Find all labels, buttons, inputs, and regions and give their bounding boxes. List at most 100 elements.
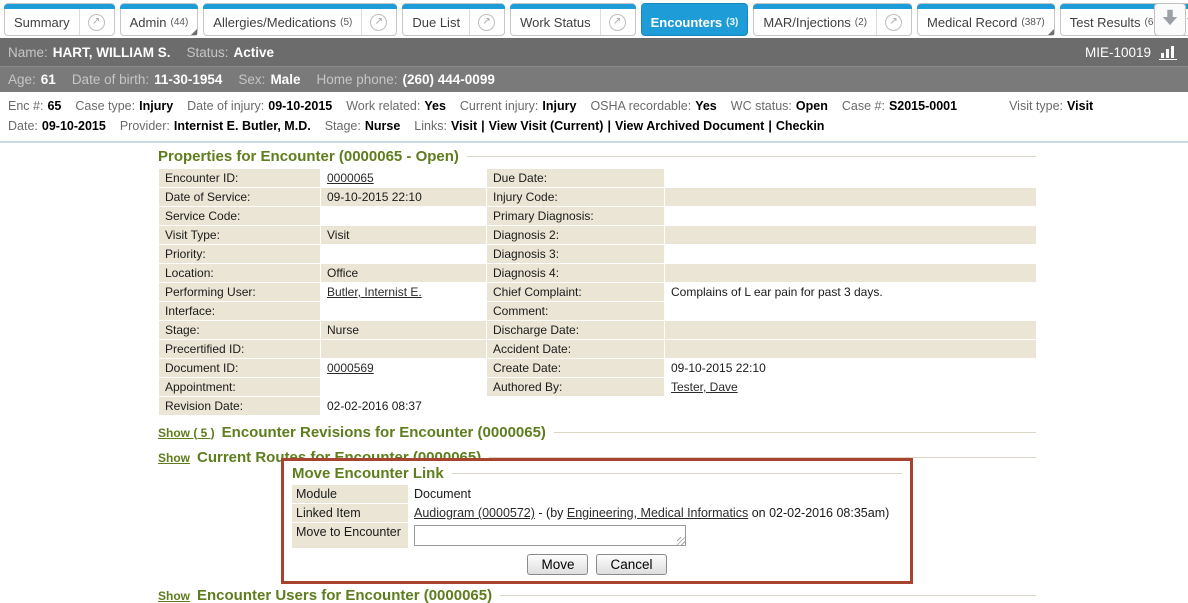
popout-icon[interactable]: ↗ [609, 14, 626, 31]
tab-label: MAR/Injections [763, 15, 850, 30]
field-label: Date of injury: [187, 99, 264, 113]
tab-work-status[interactable]: Work Status↗ [510, 3, 636, 36]
dropdown-corner-icon [1048, 29, 1054, 35]
down-arrow-icon [1161, 8, 1179, 31]
module-value: Document [410, 485, 902, 503]
links-label: Links: [414, 119, 447, 133]
show-users-link[interactable]: Show [158, 589, 190, 603]
popout-icon[interactable]: ↗ [478, 14, 495, 31]
tab-encounters[interactable]: Encounters(3) [641, 3, 749, 36]
users-title: Encounter Users for Encounter (0000065) [197, 587, 492, 603]
popout-icon[interactable]: ↗ [88, 14, 105, 31]
tab-label: Medical Record [927, 15, 1017, 30]
field-label: Age: [8, 72, 36, 87]
row-value [665, 226, 1037, 245]
divider [79, 9, 80, 35]
field-value: S2015-0001 [889, 99, 957, 113]
tab-medical-record[interactable]: Medical Record(387) [917, 3, 1055, 36]
row-label: Performing User: [159, 283, 321, 302]
demographic-field: Sex: Male [238, 72, 300, 87]
field-label: Work related: [346, 99, 420, 113]
row-label: Primary Diagnosis: [487, 207, 665, 226]
move-to-encounter-input[interactable] [415, 526, 685, 545]
page-title: Properties for Encounter (0000065 - Open… [158, 148, 459, 165]
field-value: 65 [47, 99, 61, 113]
demographic-field: Age:61 [8, 72, 56, 87]
dropdown-corner-icon [191, 29, 197, 35]
linked-author-link[interactable]: Engineering, Medical Informatics [567, 506, 748, 520]
move-button[interactable]: Move [527, 554, 588, 575]
row-value [665, 245, 1037, 264]
encounter-info-bar: Enc #:65Case type:InjuryDate of injury:0… [0, 92, 1188, 143]
popout-icon[interactable]: ↗ [370, 14, 387, 31]
encounter-info-line2: Date:09-10-2015 Provider:Internist E. But… [8, 116, 1188, 136]
tab-due-list[interactable]: Due List↗ [402, 3, 505, 36]
value-link[interactable]: 0000065 [327, 171, 374, 185]
row-value: 09-10-2015 22:10 [665, 359, 1037, 378]
value-link[interactable]: 0000569 [327, 361, 374, 375]
popout-icon[interactable]: ↗ [885, 14, 902, 31]
encounter-field: Date of injury:09-10-2015 [187, 99, 332, 113]
field-value: Yes [424, 99, 446, 113]
row-value [665, 188, 1037, 207]
status-value: Active [234, 45, 275, 60]
table-row: Date of Service:09-10-2015 22:10Injury C… [159, 188, 1037, 207]
tab-allergies-medications[interactable]: Allergies/Medications(5)↗ [203, 3, 397, 36]
row-value [665, 207, 1037, 226]
row-label: Chief Complaint: [487, 283, 665, 302]
patient-name: Name: HART, WILLIAM S. [8, 45, 171, 60]
tab-summary[interactable]: Summary↗ [4, 3, 115, 36]
field-value: Yes [695, 99, 717, 113]
tab-count-badge: (44) [170, 17, 188, 28]
field-label: Visit type: [1009, 99, 1063, 113]
field-value: Injury [542, 99, 576, 113]
resize-grip[interactable] [677, 537, 685, 545]
divider [452, 473, 902, 474]
show-revisions-link[interactable]: Show ( 5 ) [158, 426, 215, 440]
row-value [321, 378, 487, 397]
tab-count-badge: (3) [726, 17, 738, 28]
field-value: Internist E. Butler, M.D. [174, 119, 311, 133]
table-row: Priority: Diagnosis 3: [159, 245, 1037, 264]
row-value [321, 340, 487, 359]
divider [600, 9, 601, 35]
linked-document-link[interactable]: Audiogram (0000572) [414, 506, 535, 520]
show-routes-link[interactable]: Show [158, 451, 190, 465]
row-label: Revision Date: [159, 397, 321, 416]
field-label: OSHA recordable: [590, 99, 691, 113]
row-value: Tester, Dave [665, 378, 1037, 397]
encounter-link-visit[interactable]: Visit [451, 119, 477, 133]
field-label: Sex: [238, 72, 265, 87]
row-value [665, 340, 1037, 359]
encounter-field: Date:09-10-2015 [8, 119, 106, 133]
encounter-link-view-archived-document[interactable]: View Archived Document [615, 119, 764, 133]
field-value: Open [796, 99, 828, 113]
field-value: Male [270, 72, 300, 87]
tab-mar-injections[interactable]: MAR/Injections(2)↗ [753, 3, 912, 36]
row-label: Service Code: [159, 207, 321, 226]
table-row: Performing User: Butler, Internist E. Chie… [159, 283, 1037, 302]
encounter-link-checkin[interactable]: Checkin [776, 119, 825, 133]
tab-admin[interactable]: Admin(44) [120, 3, 199, 36]
linked-item-text: - (by [535, 506, 567, 520]
status-label: Status: [187, 45, 229, 60]
encounter-field: Visit type:Visit [1009, 99, 1093, 113]
chart-id: MIE-10019 [1085, 45, 1151, 60]
flowsheet-chart-icon[interactable] [1159, 45, 1178, 60]
cancel-button[interactable]: Cancel [596, 554, 666, 575]
row-value: Nurse [321, 321, 487, 340]
field-label: Date: [8, 119, 38, 133]
row-value [665, 302, 1037, 321]
encounter-link-view-visit-current-[interactable]: View Visit (Current) [489, 119, 604, 133]
divider [554, 432, 1036, 433]
row-value [321, 207, 487, 226]
encounter-field: Case #:S2015-0001 [842, 99, 957, 113]
encounter-field: OSHA recordable: Yes [590, 99, 716, 113]
tab-overflow-button[interactable] [1154, 3, 1186, 36]
row-label: Date of Service: [159, 188, 321, 207]
value-link[interactable]: Butler, Internist E. [327, 285, 422, 299]
row-value [321, 245, 487, 264]
module-label: Module [292, 485, 408, 503]
value-link[interactable]: Tester, Dave [671, 380, 738, 394]
encounter-field: Provider:Internist E. Butler, M.D. [120, 119, 311, 133]
